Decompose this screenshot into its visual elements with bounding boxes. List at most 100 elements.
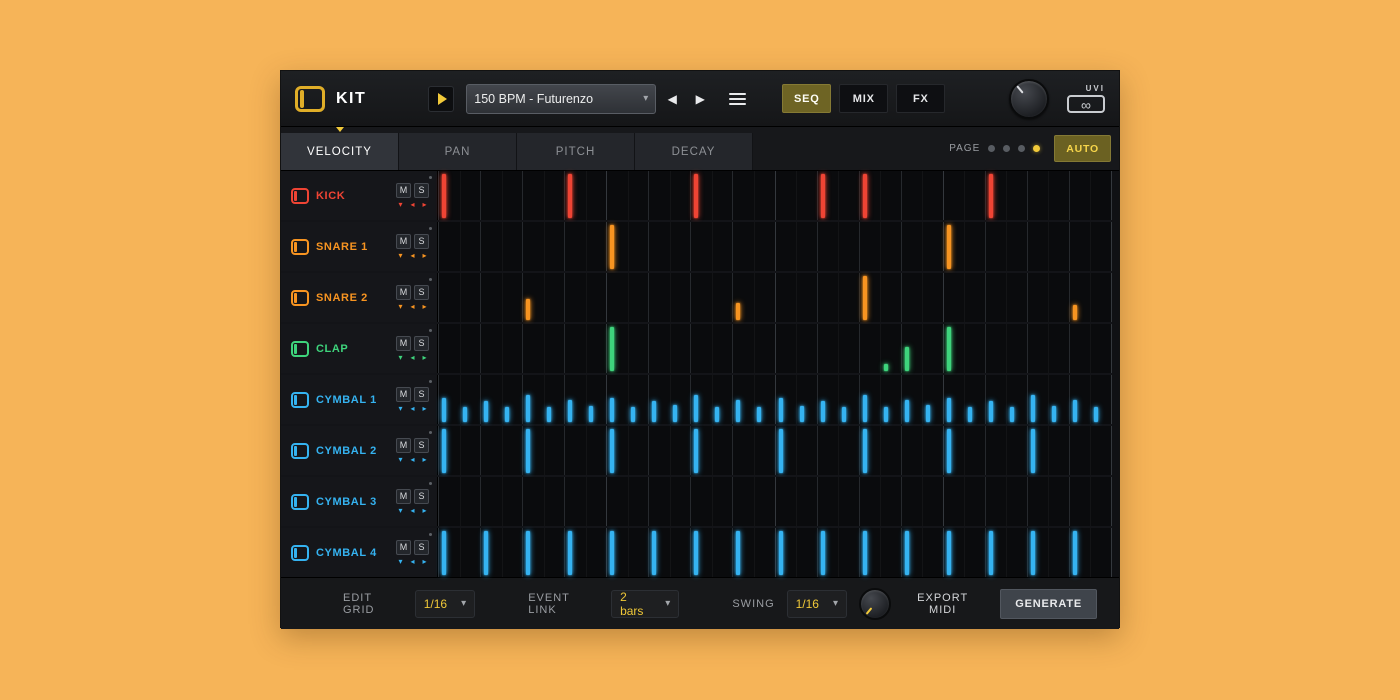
track-label-cymbal-2[interactable]: CYMBAL 2MS▾◂▸	[281, 426, 438, 475]
track-label-snare-1[interactable]: SNARE 1MS▾◂▸	[281, 222, 438, 271]
next-arrow-icon[interactable]: ▸	[419, 506, 430, 515]
event-link-select[interactable]: 2 bars ▾	[611, 590, 679, 618]
prev-arrow-icon[interactable]: ◂	[407, 302, 418, 311]
nav-fx-button[interactable]: FX	[896, 84, 945, 113]
mute-button[interactable]: M	[396, 234, 411, 249]
mute-button[interactable]: M	[396, 489, 411, 504]
prev-preset-button[interactable]: ◀	[660, 86, 684, 112]
velocity-bar[interactable]	[863, 276, 867, 320]
step-cell[interactable]	[1028, 222, 1070, 271]
step-cell[interactable]	[691, 222, 733, 271]
prev-arrow-icon[interactable]: ◂	[407, 200, 418, 209]
velocity-bar[interactable]	[526, 299, 530, 320]
step-cell[interactable]	[944, 477, 986, 526]
page-dot-4[interactable]	[1033, 145, 1040, 152]
velocity-bar[interactable]	[779, 398, 783, 423]
velocity-bar[interactable]	[673, 405, 677, 422]
velocity-bar[interactable]	[484, 531, 488, 575]
tab-decay[interactable]: DECAY	[635, 133, 753, 170]
step-cell[interactable]	[1070, 222, 1112, 271]
velocity-bar[interactable]	[484, 401, 488, 422]
velocity-bar[interactable]	[905, 347, 909, 371]
velocity-bar[interactable]	[1031, 395, 1035, 422]
velocity-bar[interactable]	[631, 407, 635, 422]
track-label-cymbal-1[interactable]: CYMBAL 1MS▾◂▸	[281, 375, 438, 424]
next-arrow-icon[interactable]: ▸	[419, 404, 430, 413]
step-cell[interactable]	[481, 324, 523, 373]
track-label-kick[interactable]: KICKMS▾◂▸	[281, 171, 438, 220]
step-cell[interactable]	[986, 273, 1028, 322]
velocity-bar[interactable]	[989, 401, 993, 422]
step-cell[interactable]	[902, 426, 944, 475]
track-label-clap[interactable]: CLAPMS▾◂▸	[281, 324, 438, 373]
step-cell[interactable]	[902, 222, 944, 271]
next-arrow-icon[interactable]: ▸	[419, 353, 430, 362]
mute-button[interactable]: M	[396, 387, 411, 402]
solo-button[interactable]: S	[414, 438, 429, 453]
step-grid-snare-2[interactable]	[438, 273, 1112, 322]
mute-button[interactable]: M	[396, 336, 411, 351]
prev-arrow-icon[interactable]: ◂	[407, 251, 418, 260]
step-cell[interactable]	[818, 426, 860, 475]
velocity-bar[interactable]	[926, 405, 930, 422]
expand-arrow-icon[interactable]: ▾	[395, 506, 406, 515]
nav-seq-button[interactable]: SEQ	[782, 84, 831, 113]
step-cell[interactable]	[649, 426, 691, 475]
step-cell[interactable]	[607, 477, 649, 526]
velocity-bar[interactable]	[547, 407, 551, 422]
step-cell[interactable]	[481, 222, 523, 271]
step-cell[interactable]	[733, 222, 775, 271]
step-cell[interactable]	[607, 273, 649, 322]
step-cell[interactable]	[523, 222, 565, 271]
prev-arrow-icon[interactable]: ◂	[407, 404, 418, 413]
step-cell[interactable]	[733, 426, 775, 475]
velocity-bar[interactable]	[1031, 429, 1035, 473]
velocity-bar[interactable]	[568, 400, 572, 422]
track-label-cymbal-3[interactable]: CYMBAL 3MS▾◂▸	[281, 477, 438, 526]
step-cell[interactable]	[649, 477, 691, 526]
play-button[interactable]	[428, 86, 454, 112]
solo-button[interactable]: S	[414, 489, 429, 504]
velocity-bar[interactable]	[610, 429, 614, 473]
solo-button[interactable]: S	[414, 540, 429, 555]
step-cell[interactable]	[481, 273, 523, 322]
page-dot-2[interactable]	[1003, 145, 1010, 152]
expand-arrow-icon[interactable]: ▾	[395, 404, 406, 413]
step-cell[interactable]	[481, 477, 523, 526]
step-grid-cymbal-3[interactable]	[438, 477, 1112, 526]
velocity-bar[interactable]	[989, 531, 993, 575]
swing-knob[interactable]	[859, 588, 891, 620]
velocity-bar[interactable]	[905, 531, 909, 575]
tab-pan[interactable]: PAN	[399, 133, 517, 170]
step-cell[interactable]	[818, 324, 860, 373]
track-label-snare-2[interactable]: SNARE 2MS▾◂▸	[281, 273, 438, 322]
edit-grid-select[interactable]: 1/16 ▾	[415, 590, 475, 618]
expand-arrow-icon[interactable]: ▾	[395, 353, 406, 362]
velocity-bar[interactable]	[736, 400, 740, 422]
step-cell[interactable]	[481, 171, 523, 220]
velocity-bar[interactable]	[947, 398, 951, 423]
expand-arrow-icon[interactable]: ▾	[395, 302, 406, 311]
velocity-bar[interactable]	[442, 398, 446, 423]
page-dot-3[interactable]	[1018, 145, 1025, 152]
velocity-bar[interactable]	[610, 531, 614, 575]
velocity-bar[interactable]	[905, 400, 909, 422]
step-cell[interactable]	[649, 222, 691, 271]
step-cell[interactable]	[649, 273, 691, 322]
velocity-bar[interactable]	[968, 407, 972, 422]
velocity-bar[interactable]	[779, 429, 783, 473]
step-cell[interactable]	[1070, 426, 1112, 475]
solo-button[interactable]: S	[414, 285, 429, 300]
step-cell[interactable]	[986, 477, 1028, 526]
velocity-bar[interactable]	[652, 401, 656, 422]
step-cell[interactable]	[1070, 171, 1112, 220]
next-arrow-icon[interactable]: ▸	[419, 455, 430, 464]
step-cell[interactable]	[944, 273, 986, 322]
expand-arrow-icon[interactable]: ▾	[395, 251, 406, 260]
solo-button[interactable]: S	[414, 183, 429, 198]
velocity-bar[interactable]	[884, 407, 888, 422]
expand-arrow-icon[interactable]: ▾	[395, 557, 406, 566]
prev-arrow-icon[interactable]: ◂	[407, 506, 418, 515]
velocity-bar[interactable]	[863, 429, 867, 473]
solo-button[interactable]: S	[414, 336, 429, 351]
